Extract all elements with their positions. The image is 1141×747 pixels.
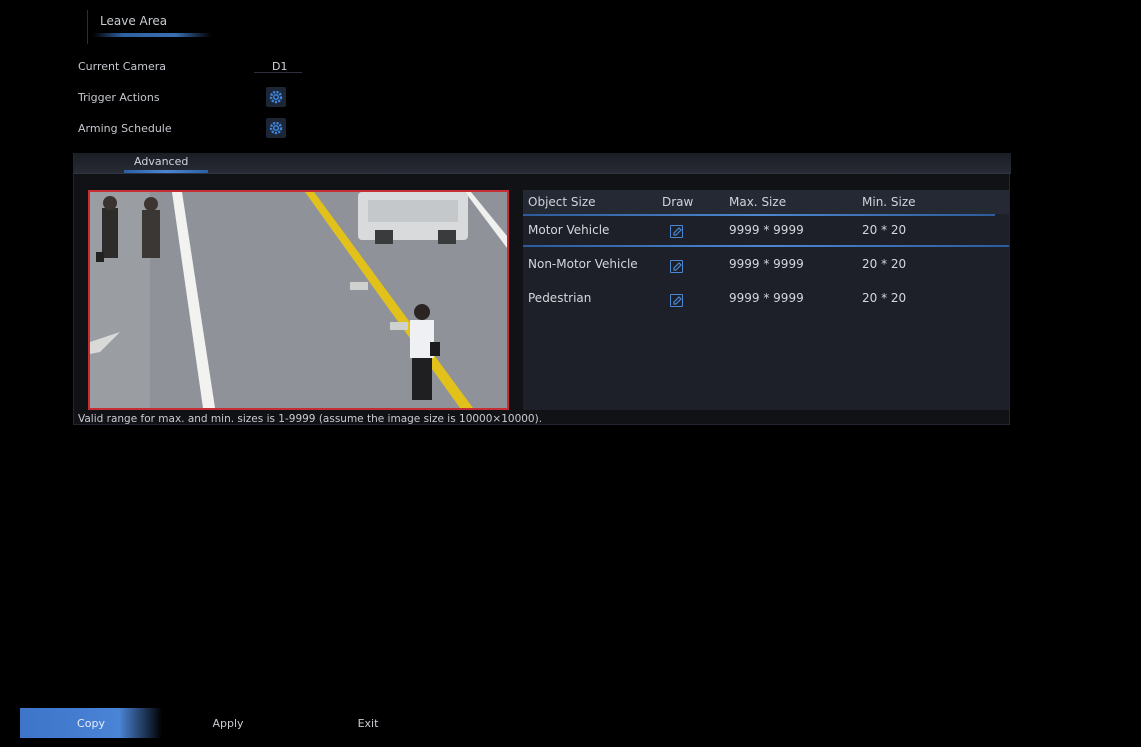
copy-button-label: Copy <box>77 716 105 730</box>
tab-leave-area[interactable]: Leave Area <box>87 10 215 44</box>
header-divider <box>523 214 995 216</box>
row-min-size[interactable]: 20 * 20 <box>862 291 906 305</box>
exit-button[interactable]: Exit <box>338 708 398 738</box>
advanced-panel: Advanced Object Size Draw Max. Size Min.… <box>73 153 1011 425</box>
camera-preview[interactable] <box>88 190 509 410</box>
current-camera-underline <box>254 72 302 73</box>
tab-leave-area-label: Leave Area <box>100 14 168 28</box>
trigger-actions-button[interactable] <box>266 87 286 107</box>
arming-schedule-button[interactable] <box>266 118 286 138</box>
current-camera-label: Current Camera <box>78 60 166 73</box>
col-max-size: Max. Size <box>729 195 787 209</box>
col-draw: Draw <box>662 195 694 209</box>
table-header: Object Size Draw Max. Size Min. Size <box>523 190 1009 214</box>
edit-icon[interactable] <box>670 225 683 238</box>
object-size-table: Object Size Draw Max. Size Min. Size Mot… <box>523 190 1009 410</box>
apply-button-label: Apply <box>212 716 244 730</box>
row-min-size[interactable]: 20 * 20 <box>862 223 906 237</box>
apply-button[interactable]: Apply <box>178 708 278 738</box>
row-min-size[interactable]: 20 * 20 <box>862 257 906 271</box>
tab-advanced-indicator <box>124 170 208 173</box>
gear-icon <box>269 121 283 135</box>
exit-button-label: Exit <box>357 716 379 730</box>
row-max-size[interactable]: 9999 * 9999 <box>729 257 804 271</box>
camera-preview-image <box>90 192 507 408</box>
advanced-tabbar: Advanced <box>74 153 1011 174</box>
copy-button[interactable]: Copy <box>20 708 162 738</box>
tab-advanced[interactable]: Advanced <box>134 155 188 168</box>
gear-icon <box>269 90 283 104</box>
arming-schedule-label: Arming Schedule <box>78 122 172 135</box>
size-range-note: Valid range for max. and min. sizes is 1… <box>78 413 543 425</box>
tab-divider <box>87 10 88 44</box>
edit-icon[interactable] <box>670 260 683 273</box>
row-object-name: Pedestrian <box>528 291 592 305</box>
row-max-size[interactable]: 9999 * 9999 <box>729 291 804 305</box>
col-object-size: Object Size <box>528 195 596 209</box>
row-object-name: Non-Motor Vehicle <box>528 257 638 271</box>
trigger-actions-label: Trigger Actions <box>78 91 160 104</box>
row-max-size[interactable]: 9999 * 9999 <box>729 223 804 237</box>
tab-active-indicator <box>93 33 211 37</box>
edit-icon[interactable] <box>670 294 683 307</box>
col-min-size: Min. Size <box>862 195 916 209</box>
row-object-name: Motor Vehicle <box>528 223 610 237</box>
selected-row-divider <box>523 245 1009 247</box>
